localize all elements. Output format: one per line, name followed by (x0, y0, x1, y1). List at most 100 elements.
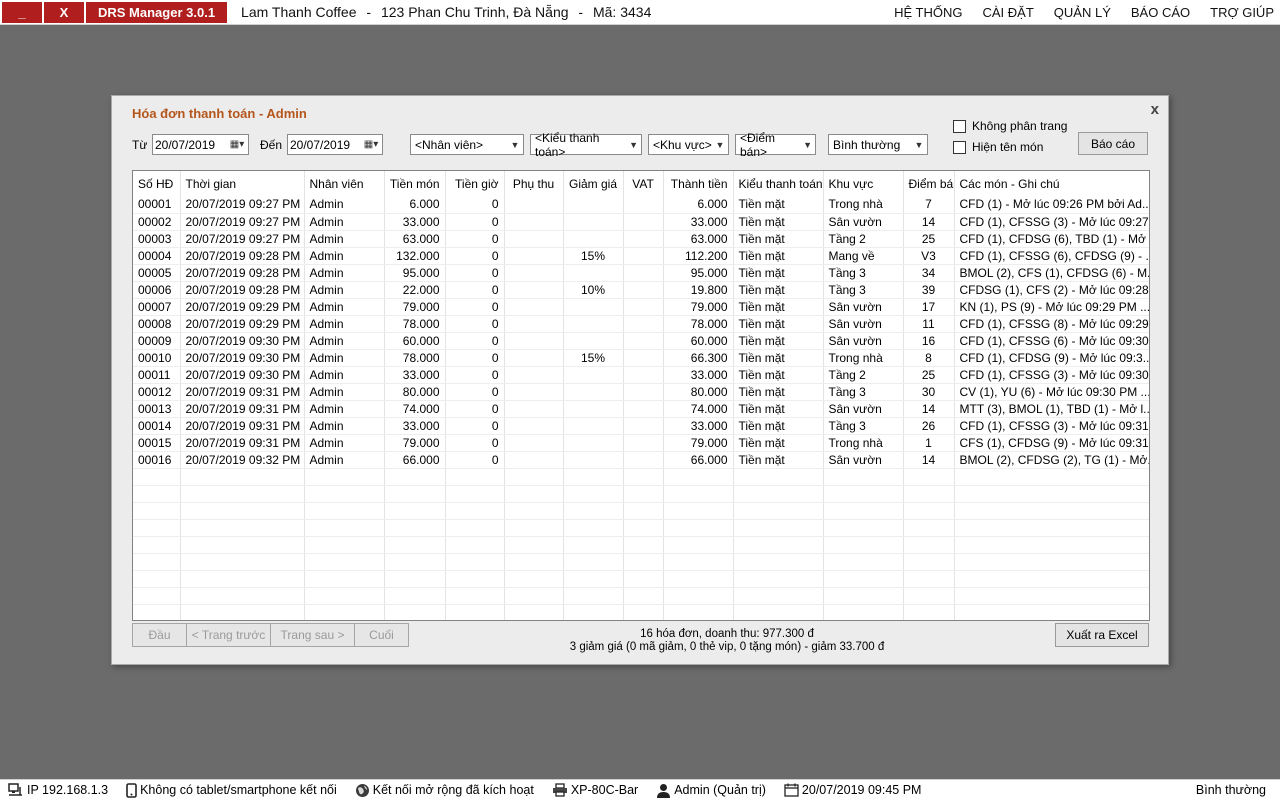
table-cell (304, 502, 385, 520)
next-page-button[interactable]: Trang sau > (270, 623, 355, 647)
table-cell: 00004 (133, 247, 181, 265)
table-cell (180, 536, 305, 554)
payment-type-select[interactable]: <Kiểu thanh toán> ▼ (530, 131, 642, 159)
table-cell: 63.000 (384, 230, 446, 248)
column-header[interactable]: Nhân viên (304, 171, 385, 196)
table-row[interactable]: 00010 20/07/2019 09:30 PM Admin 78.000 0 15% 6… (133, 349, 1149, 367)
table-cell: Tầng 3 (823, 417, 904, 435)
to-date-picker[interactable]: 20/07/2019 ▦▾ (287, 134, 383, 155)
table-row[interactable]: 00006 20/07/2019 09:28 PM Admin 22.000 0 10% 1… (133, 281, 1149, 299)
column-header[interactable]: Tiền món (384, 171, 446, 196)
table-cell: 00006 (133, 281, 181, 299)
table-cell: 00008 (133, 315, 181, 333)
table-cell: 15% (563, 349, 624, 367)
status-printer: XP-80C-Bar (552, 783, 638, 797)
printer-icon (552, 783, 567, 797)
column-header[interactable]: Kiểu thanh toán (733, 171, 824, 196)
table-cell (903, 536, 955, 554)
area-select[interactable]: <Khu vực> ▼ (648, 134, 729, 155)
table-cell: 14 (903, 213, 955, 231)
table-row[interactable]: 00013 20/07/2019 09:31 PM Admin 74.000 0 74.0… (133, 400, 1149, 418)
column-header[interactable]: Các món - Ghi chú (954, 171, 1149, 196)
export-excel-button[interactable]: Xuất ra Excel (1055, 623, 1149, 647)
table-cell (563, 400, 624, 418)
column-header[interactable]: Khu vực (823, 171, 904, 196)
table-row[interactable]: 00004 20/07/2019 09:28 PM Admin 132.000 0 15%… (133, 247, 1149, 265)
table-cell (563, 366, 624, 384)
table-cell: 00015 (133, 434, 181, 452)
prev-page-button[interactable]: < Trang trước (186, 623, 271, 647)
table-cell: 79.000 (663, 298, 734, 316)
close-app-button[interactable]: X (44, 1, 84, 23)
table-cell: 80.000 (663, 383, 734, 401)
table-cell (954, 570, 1149, 588)
status-extension: Kết nối mở rộng đã kích hoạt (355, 783, 534, 798)
table-row[interactable]: 00007 20/07/2019 09:29 PM Admin 79.000 0 79.0… (133, 298, 1149, 316)
table-row[interactable]: 00014 20/07/2019 09:31 PM Admin 33.000 0 33.0… (133, 417, 1149, 435)
first-page-button[interactable]: Đầu (132, 623, 187, 647)
table-cell (384, 485, 446, 503)
employee-select[interactable]: <Nhân viên> ▼ (410, 134, 524, 155)
dialog-close-button[interactable]: x (1151, 101, 1159, 118)
menu-help[interactable]: TRỢ GIÚP (1210, 5, 1274, 20)
table-cell (563, 213, 624, 231)
show-items-checkbox[interactable]: Hiện tên món (953, 140, 1043, 154)
minimize-button[interactable]: _ (2, 1, 42, 23)
mode-select[interactable]: Bình thường ▼ (828, 134, 928, 155)
column-header[interactable]: Tiền giờ (445, 171, 505, 196)
checkbox-box[interactable] (953, 119, 966, 133)
menu-settings[interactable]: CÀI ĐẶT (983, 5, 1034, 20)
to-date-value: 20/07/2019 (290, 137, 351, 152)
table-row[interactable]: 00012 20/07/2019 09:31 PM Admin 80.000 0 80.0… (133, 383, 1149, 401)
table-cell: Tiền mặt (733, 417, 824, 435)
column-header[interactable]: Giảm giá (563, 171, 624, 196)
table-row[interactable]: 00003 20/07/2019 09:27 PM Admin 63.000 0 63.0… (133, 230, 1149, 248)
table-cell (823, 604, 904, 620)
table-cell: Trong nhà (823, 349, 904, 367)
menu-management[interactable]: QUẢN LÝ (1054, 5, 1111, 20)
column-header[interactable]: Thành tiền (663, 171, 734, 196)
top-bar: _ X DRS Manager 3.0.1 Lam Thanh Coffee -… (0, 0, 1280, 25)
calendar-icon[interactable]: ▦▾ (360, 136, 382, 153)
table-cell (504, 553, 564, 571)
table-cell: Tiền mặt (733, 264, 824, 282)
table-cell: 20/07/2019 09:27 PM (180, 230, 305, 248)
menu-reports[interactable]: BÁO CÁO (1131, 5, 1190, 20)
table-cell: 26 (903, 417, 955, 435)
table-cell (623, 264, 664, 282)
table-cell (954, 587, 1149, 605)
table-cell (133, 485, 181, 503)
table-row[interactable]: 00016 20/07/2019 09:32 PM Admin 66.000 0 66.0… (133, 451, 1149, 469)
table-cell (180, 519, 305, 537)
table-row[interactable]: 00009 20/07/2019 09:30 PM Admin 60.000 0 60.0… (133, 332, 1149, 350)
column-header[interactable]: Thời gian (180, 171, 305, 196)
from-date-picker[interactable]: 20/07/2019 ▦▾ (152, 134, 249, 155)
table-cell: Admin (304, 264, 385, 282)
table-cell: 6.000 (384, 196, 446, 214)
column-header[interactable]: VAT (623, 171, 664, 196)
no-paging-checkbox[interactable]: Không phân trang (953, 119, 1067, 133)
menu-system[interactable]: HỆ THỐNG (894, 5, 962, 20)
table-cell (563, 315, 624, 333)
column-header[interactable]: Điểm bán (903, 171, 955, 196)
column-header[interactable]: Phụ thu (504, 171, 564, 196)
last-page-button[interactable]: Cuối (354, 623, 409, 647)
table-row[interactable]: 00001 20/07/2019 09:27 PM Admin 6.000 0 6.000… (133, 196, 1149, 214)
table-cell (133, 502, 181, 520)
table-row[interactable]: 00005 20/07/2019 09:28 PM Admin 95.000 0 95.0… (133, 264, 1149, 282)
table-cell (663, 587, 734, 605)
report-button[interactable]: Báo cáo (1078, 132, 1148, 155)
table-cell: CFS (1), CFDSG (9) - Mở lúc 09:31... (954, 434, 1149, 452)
table-cell: Tiền mặt (733, 298, 824, 316)
table-cell (384, 519, 446, 537)
point-select[interactable]: <Điểm bán> ▼ (735, 131, 816, 159)
app-title: DRS Manager 3.0.1 (86, 1, 228, 23)
table-row[interactable]: 00002 20/07/2019 09:27 PM Admin 33.000 0 33.0… (133, 213, 1149, 231)
column-header[interactable]: Số HĐ (133, 171, 181, 196)
table-row[interactable]: 00011 20/07/2019 09:30 PM Admin 33.000 0 33.0… (133, 366, 1149, 384)
calendar-icon[interactable]: ▦▾ (226, 136, 248, 153)
table-row[interactable]: 00008 20/07/2019 09:29 PM Admin 78.000 0 78.0… (133, 315, 1149, 333)
table-cell: KN (1), PS (9) - Mở lúc 09:29 PM ... (954, 298, 1149, 316)
table-row[interactable]: 00015 20/07/2019 09:31 PM Admin 79.000 0 79.0… (133, 434, 1149, 452)
checkbox-box[interactable] (953, 140, 966, 154)
